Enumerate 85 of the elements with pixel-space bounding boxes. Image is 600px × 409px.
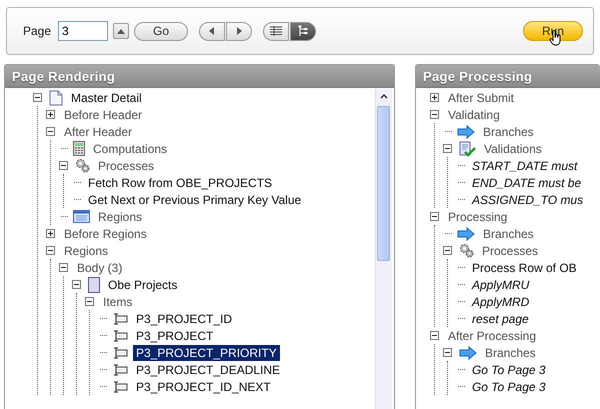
collapse-icon[interactable] (442, 144, 452, 153)
tree-node[interactable]: Regions (61, 242, 112, 258)
right-arrow-icon (235, 26, 244, 36)
tree-node[interactable]: Before Header (61, 106, 146, 122)
previous-button[interactable] (199, 22, 226, 40)
tree-node[interactable]: Branches (480, 226, 537, 242)
expand-icon[interactable] (46, 229, 55, 238)
page-input-field[interactable]: 3 (58, 21, 108, 41)
text-field-icon (112, 346, 128, 358)
tree-node[interactable]: P3_PROJECT_ID_NEXT (133, 378, 274, 394)
collapse-icon[interactable] (59, 263, 68, 272)
tree-node[interactable]: reset page (468, 310, 532, 326)
tree-node[interactable]: Before Regions (61, 226, 150, 242)
arrow-right-icon (456, 124, 475, 138)
go-button[interactable]: Go (134, 22, 188, 40)
tree-node[interactable]: Processes (95, 158, 158, 174)
collapse-icon[interactable] (442, 246, 452, 255)
document-icon (49, 90, 63, 106)
region-icon (88, 276, 100, 292)
tree-node[interactable]: P3_PROJECT_PRIORITY (133, 344, 280, 360)
tree-node[interactable]: Go To Page 3 (468, 362, 549, 378)
tree-node[interactable]: Processes (478, 242, 541, 258)
list-view-icon (269, 26, 284, 36)
tree-node[interactable]: Regions (95, 208, 146, 224)
tree-node[interactable]: Validating (444, 106, 503, 122)
gears-icon (458, 243, 474, 258)
text-field-icon (112, 312, 128, 324)
tree-node[interactable]: Fetch Row from OBE_PROJECTS (85, 174, 276, 190)
vertical-scrollbar[interactable] (374, 89, 392, 409)
tree-node[interactable]: ApplyMRD (468, 294, 532, 310)
collapse-icon[interactable] (33, 93, 42, 102)
collapse-icon[interactable] (430, 110, 439, 119)
collapse-icon[interactable] (59, 161, 68, 170)
collapse-icon[interactable] (72, 280, 81, 289)
tree-node[interactable]: ApplyMRU (468, 276, 532, 292)
tree-node[interactable]: END_DATE must be (468, 174, 584, 190)
tree-view-icon (298, 25, 308, 37)
left-arrow-icon (208, 26, 216, 36)
panel-title: Page Rendering (5, 65, 394, 87)
tree-node[interactable]: Go To Page 3 (468, 378, 549, 394)
tree-node[interactable]: Master Detail (68, 90, 145, 106)
tree-node[interactable]: Body (3) (74, 260, 126, 276)
tree-node[interactable]: P3_PROJECT (133, 328, 216, 344)
collapse-icon[interactable] (430, 331, 439, 340)
tree-node[interactable]: After Submit (444, 90, 517, 106)
tree-node[interactable]: Branches (482, 344, 539, 360)
calculator-icon (73, 141, 85, 156)
page-label: Page (23, 24, 52, 38)
tree-node[interactable]: Obe Projects (105, 276, 180, 292)
window-icon (73, 210, 90, 223)
list-view-button[interactable] (263, 22, 290, 40)
arrow-right-icon (456, 226, 475, 240)
tree-node[interactable]: Computations (90, 140, 170, 156)
tree-node[interactable]: After Processing (444, 328, 540, 344)
page-up-button[interactable] (113, 23, 130, 39)
collapse-icon[interactable] (46, 246, 55, 255)
tree-node[interactable]: Processing (444, 208, 510, 224)
collapse-icon[interactable] (85, 297, 94, 306)
tree-node[interactable]: Validations (480, 140, 545, 156)
tree-node[interactable]: ASSIGNED_TO mus (468, 192, 586, 208)
gears-icon (75, 158, 90, 173)
collapse-icon[interactable] (442, 348, 452, 357)
tree-node[interactable]: Branches (480, 124, 537, 140)
tree-node[interactable]: Get Next or Previous Primary Key Value (85, 192, 304, 208)
next-button[interactable] (226, 22, 252, 40)
tree-node[interactable]: START_DATE must (468, 158, 580, 174)
panel-title: Page Processing (416, 65, 600, 87)
tree-node[interactable]: P3_PROJECT_DEADLINE (133, 362, 284, 378)
text-field-icon (112, 364, 128, 376)
collapse-icon[interactable] (430, 212, 439, 221)
tree-node[interactable]: P3_PROJECT_ID (133, 310, 236, 326)
up-arrow-icon (116, 27, 126, 35)
document-check-icon (458, 140, 476, 156)
run-button[interactable]: Run (522, 21, 583, 41)
arrow-right-icon (458, 346, 477, 360)
tree-view-button[interactable] (290, 22, 316, 40)
tree-node[interactable]: Process Row of OB (468, 260, 580, 276)
scrollbar-thumb[interactable] (376, 106, 390, 261)
text-field-icon (112, 330, 128, 342)
expand-icon[interactable] (46, 110, 55, 119)
tree-node[interactable]: After Header (61, 124, 136, 140)
tree-node[interactable]: Items (100, 294, 136, 310)
collapse-icon[interactable] (46, 127, 55, 136)
text-field-icon (112, 380, 128, 392)
expand-icon[interactable] (430, 93, 439, 102)
